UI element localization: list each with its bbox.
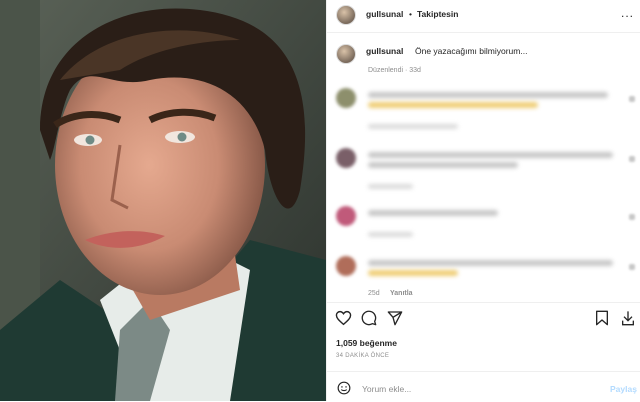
heart-icon[interactable] (335, 310, 352, 326)
post-photo (0, 0, 326, 401)
comment-text-blurred (368, 210, 498, 216)
share-icon[interactable] (387, 310, 403, 326)
comment-meta-blurred (368, 232, 413, 237)
comment-like-icon[interactable] (629, 156, 635, 162)
post-header: gullsunal • Takiptesin ... (327, 0, 640, 33)
comment-reply-button[interactable]: Yanıtla (390, 290, 413, 297)
more-icon[interactable]: ... (621, 6, 634, 20)
caption-text: Öne yazacağımı bilmiyorum... (415, 46, 528, 56)
comment-avatar[interactable] (336, 88, 356, 108)
action-divider (327, 302, 640, 304)
separator-dot: • (409, 9, 412, 19)
comment-input[interactable]: Yorum ekle... (362, 384, 411, 394)
comment-like-icon[interactable] (629, 214, 635, 220)
comment-avatar[interactable] (336, 206, 356, 226)
comment-meta-blurred (368, 184, 413, 189)
caption-meta: Düzenlendi · 33d (368, 67, 421, 74)
author-username[interactable]: gullsunal (366, 9, 403, 19)
comment-text-blurred (368, 270, 458, 276)
bookmark-icon[interactable] (595, 310, 609, 326)
post-time-ago: 34 DAKİKA ÖNCE (336, 353, 390, 359)
comment-like-icon[interactable] (629, 264, 635, 270)
comment-text-blurred (368, 92, 608, 98)
download-icon[interactable] (621, 310, 635, 326)
comment-composer: Yorum ekle... Paylaş (327, 371, 640, 402)
comment-item: 25d Yanıtla (327, 256, 640, 306)
comment-text-blurred (368, 152, 613, 158)
comment-like-icon[interactable] (629, 96, 635, 102)
comment-avatar[interactable] (336, 148, 356, 168)
author-avatar[interactable] (336, 5, 356, 25)
comment-text-blurred (368, 162, 518, 168)
comment-item (327, 148, 640, 198)
likes-count[interactable]: 1,059 beğenme (336, 338, 397, 348)
comment-item (327, 88, 640, 138)
comment-text-blurred (368, 260, 613, 266)
post-panel: gullsunal • Takiptesin ... gullsunal Öne… (326, 0, 640, 401)
caption-username[interactable]: gullsunal (366, 46, 403, 56)
comment-icon[interactable] (361, 310, 377, 326)
comment-time[interactable]: 25d (368, 290, 380, 297)
follow-status-button[interactable]: Takiptesin (417, 9, 458, 19)
comment-item (327, 206, 640, 256)
comment-avatar[interactable] (336, 256, 356, 276)
caption-avatar[interactable] (336, 44, 356, 64)
comment-meta-blurred (368, 124, 458, 129)
comment-text-blurred (368, 102, 538, 108)
portrait-image (0, 0, 326, 401)
emoji-icon[interactable] (337, 381, 351, 395)
post-comment-button[interactable]: Paylaş (610, 384, 637, 394)
